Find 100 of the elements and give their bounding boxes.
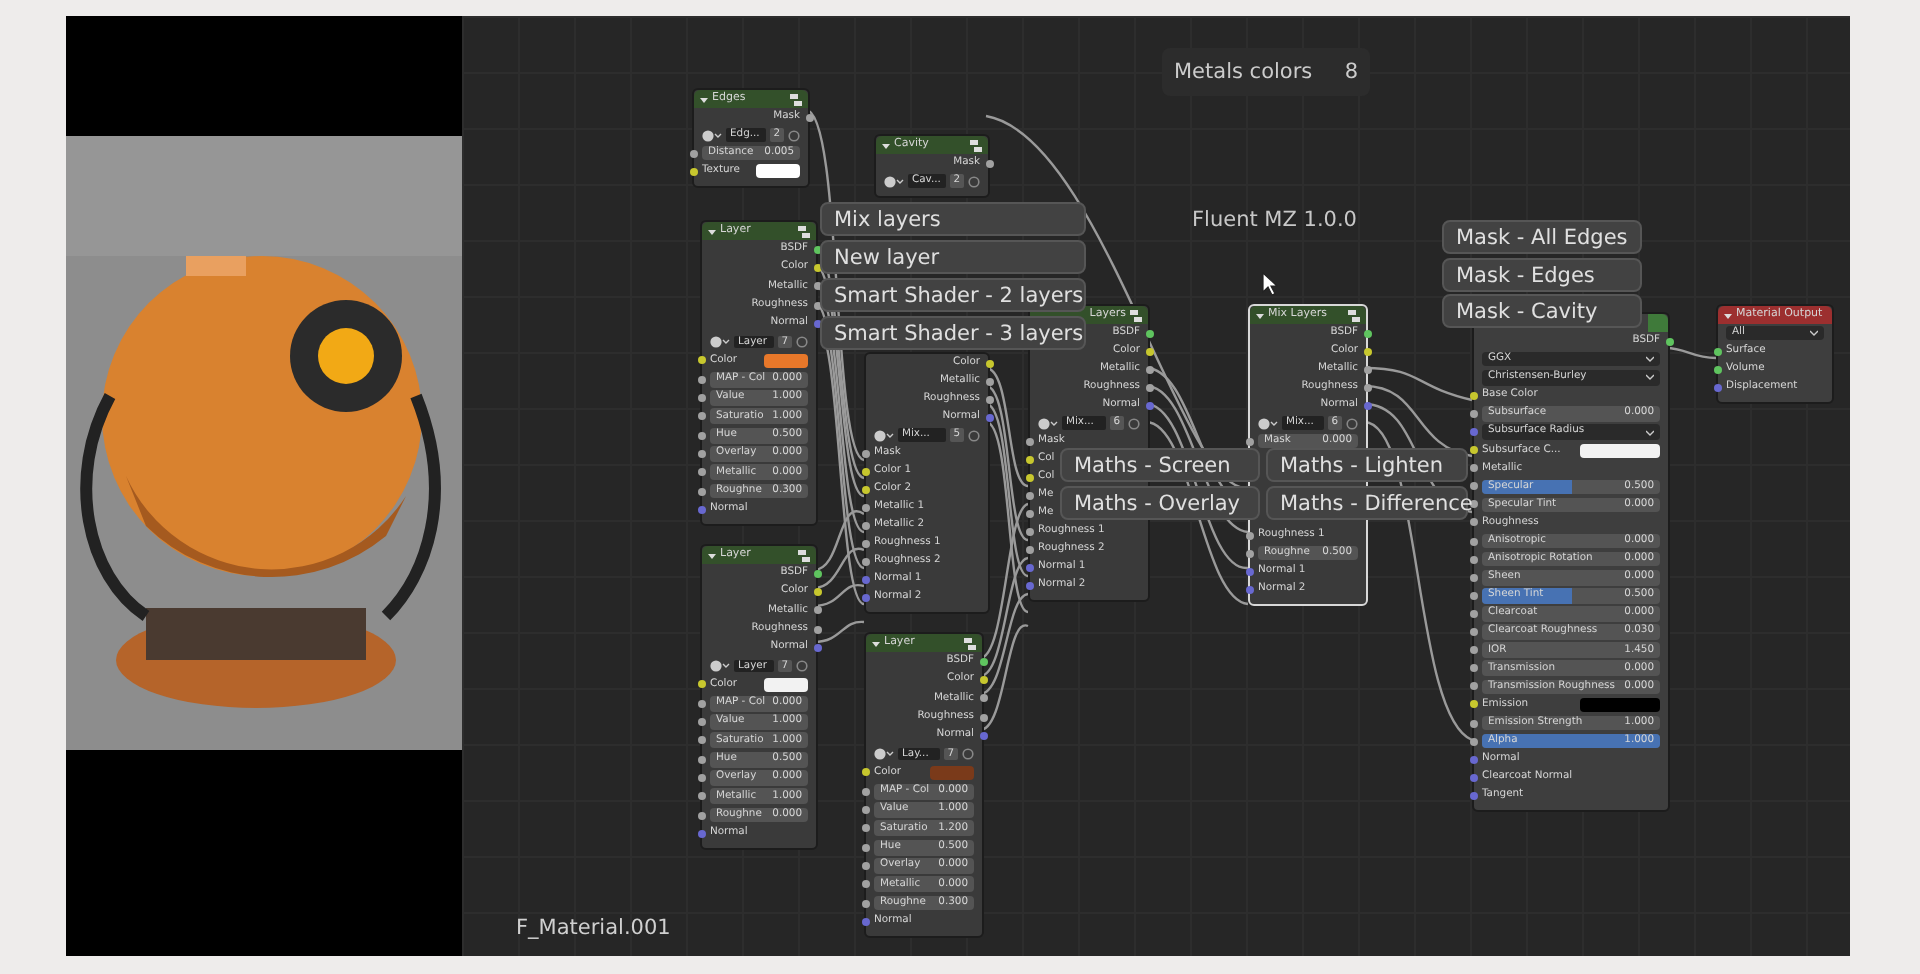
overlay-panel[interactable]: Metals colors 8 xyxy=(1162,48,1370,96)
socket-icon[interactable] xyxy=(861,539,869,547)
pie-menu-item[interactable]: Maths - Lighten xyxy=(1266,448,1468,482)
socket-icon[interactable] xyxy=(1363,401,1371,409)
circle-icon[interactable] xyxy=(796,660,808,673)
sphere-icon[interactable] xyxy=(874,748,894,761)
socket-icon[interactable] xyxy=(985,377,993,385)
collapse-icon[interactable] xyxy=(882,141,890,149)
socket-icon[interactable] xyxy=(1363,347,1371,355)
sphere-icon[interactable] xyxy=(702,129,722,141)
socket-icon[interactable] xyxy=(985,359,993,367)
collapse-icon[interactable] xyxy=(700,95,708,103)
pie-menu-item[interactable]: Maths - Overlay xyxy=(1060,486,1260,520)
socket-icon[interactable] xyxy=(1025,491,1033,499)
socket-icon[interactable] xyxy=(1025,509,1033,517)
socket-icon[interactable] xyxy=(697,356,705,365)
sphere-icon[interactable] xyxy=(710,660,730,673)
color-swatch[interactable] xyxy=(763,677,808,693)
socket-icon[interactable] xyxy=(697,375,705,384)
color-swatch[interactable] xyxy=(929,765,974,781)
node-header[interactable] xyxy=(1648,314,1668,332)
socket-icon[interactable] xyxy=(1145,347,1153,355)
socket-icon[interactable] xyxy=(861,503,869,511)
pie-menu-item[interactable]: Mask - All Edges xyxy=(1442,220,1642,254)
circle-icon[interactable] xyxy=(788,129,800,141)
collapse-icon[interactable] xyxy=(708,551,716,559)
socket-icon[interactable] xyxy=(1145,383,1153,391)
socket-icon[interactable] xyxy=(689,149,697,157)
socket-icon[interactable] xyxy=(1363,383,1371,391)
sphere-icon[interactable] xyxy=(1038,417,1058,429)
socket-icon[interactable] xyxy=(861,768,869,777)
circle-icon[interactable] xyxy=(796,336,808,349)
socket-icon[interactable] xyxy=(1665,337,1673,346)
sphere-icon[interactable] xyxy=(874,429,894,441)
group-icon[interactable] xyxy=(1130,309,1142,321)
collapse-icon[interactable] xyxy=(708,227,716,235)
socket-icon[interactable] xyxy=(979,694,987,703)
collapse-icon[interactable] xyxy=(872,639,880,647)
sphere-icon[interactable] xyxy=(1258,417,1278,429)
collapse-icon[interactable] xyxy=(1256,311,1264,319)
socket-icon[interactable] xyxy=(861,557,869,565)
circle-icon[interactable] xyxy=(968,429,980,441)
group-icon[interactable] xyxy=(790,93,802,105)
socket-icon[interactable] xyxy=(697,811,705,819)
pie-menu-item[interactable]: Maths - Difference xyxy=(1266,486,1468,520)
socket-icon[interactable] xyxy=(1245,437,1253,445)
socket-icon[interactable] xyxy=(697,680,705,689)
group-icon[interactable] xyxy=(970,139,982,151)
socket-icon[interactable] xyxy=(1025,545,1033,553)
socket-icon[interactable] xyxy=(985,159,993,167)
circle-icon[interactable] xyxy=(1128,417,1140,429)
socket-icon[interactable] xyxy=(1363,329,1371,337)
socket-icon[interactable] xyxy=(697,792,705,801)
socket-icon[interactable] xyxy=(861,485,869,493)
socket-icon[interactable] xyxy=(689,167,697,175)
circle-icon[interactable] xyxy=(962,748,974,761)
group-icon[interactable] xyxy=(798,549,810,561)
circle-icon[interactable] xyxy=(1346,417,1358,429)
socket-icon[interactable] xyxy=(861,521,869,529)
color-swatch[interactable] xyxy=(755,164,800,178)
sphere-icon[interactable] xyxy=(884,175,904,187)
pie-menu-item[interactable]: New layer xyxy=(820,240,1086,274)
socket-icon[interactable] xyxy=(1245,585,1253,593)
socket-icon[interactable] xyxy=(985,395,993,403)
socket-icon[interactable] xyxy=(1025,527,1033,535)
socket-icon[interactable] xyxy=(861,449,869,457)
color-swatch[interactable] xyxy=(1579,697,1660,712)
socket-icon[interactable] xyxy=(1025,473,1033,481)
socket-icon[interactable] xyxy=(861,899,869,907)
pie-menu-item[interactable]: Smart Shader - 2 layers xyxy=(820,278,1086,312)
pie-menu-item[interactable]: Mask - Cavity xyxy=(1442,294,1642,328)
socket-icon[interactable] xyxy=(697,468,705,477)
socket-icon[interactable] xyxy=(805,113,813,121)
circle-icon[interactable] xyxy=(968,175,980,187)
socket-icon[interactable] xyxy=(861,467,869,475)
socket-icon[interactable] xyxy=(697,487,705,495)
collapse-icon[interactable] xyxy=(1724,311,1732,319)
group-icon[interactable] xyxy=(964,637,976,649)
pie-menu-item[interactable]: Mask - Edges xyxy=(1442,258,1642,292)
socket-icon[interactable] xyxy=(861,880,869,889)
pie-menu-item[interactable]: Mix layers xyxy=(820,202,1086,236)
socket-icon[interactable] xyxy=(1025,437,1033,445)
color-swatch[interactable] xyxy=(763,353,808,369)
socket-icon[interactable] xyxy=(1713,365,1721,373)
color-swatch[interactable] xyxy=(1579,443,1660,458)
socket-icon[interactable] xyxy=(1145,329,1153,337)
socket-icon[interactable] xyxy=(697,699,705,708)
socket-icon[interactable] xyxy=(1025,455,1033,463)
group-icon[interactable] xyxy=(798,225,810,237)
socket-icon[interactable] xyxy=(1363,365,1371,373)
pie-menu-item[interactable]: Smart Shader - 3 layers xyxy=(820,316,1086,350)
socket-icon[interactable] xyxy=(1245,531,1253,539)
socket-icon[interactable] xyxy=(1713,347,1721,355)
socket-icon[interactable] xyxy=(813,606,821,615)
pie-menu-item[interactable]: Maths - Screen xyxy=(1060,448,1260,482)
socket-icon[interactable] xyxy=(1245,549,1253,557)
socket-icon[interactable] xyxy=(1245,567,1253,575)
socket-icon[interactable] xyxy=(861,787,869,796)
sphere-icon[interactable] xyxy=(710,336,730,349)
group-icon[interactable] xyxy=(1348,309,1360,321)
